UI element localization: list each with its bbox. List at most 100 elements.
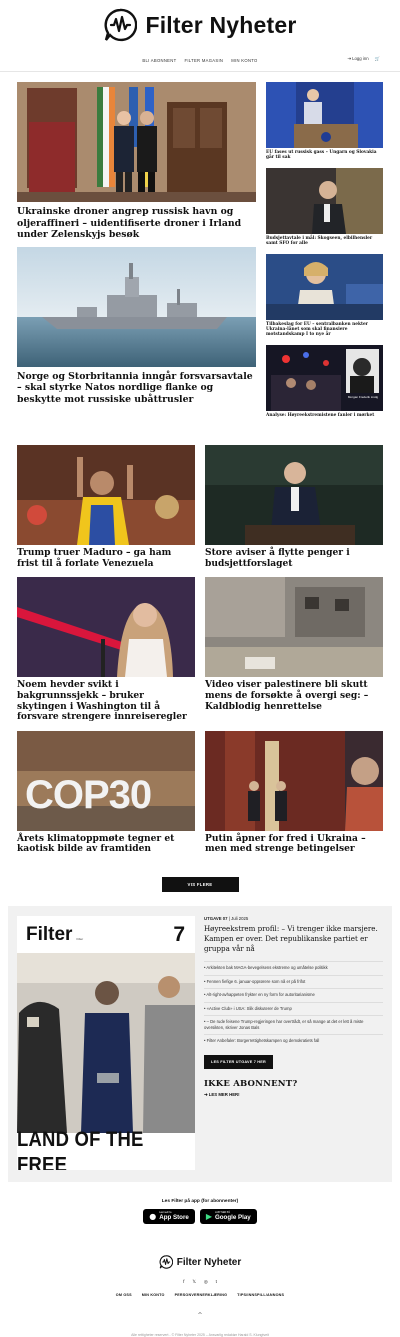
- side-article-1[interactable]: EU fases ut russisk gass – Ungarn og Slo…: [266, 82, 383, 161]
- footer-link-tips[interactable]: TIPS/INNSPILL/ANNONS: [237, 1293, 284, 1297]
- photo-parliament: [205, 445, 383, 546]
- magazine-toc: • Arkitekten bak MAGA-bevegelsens ekstre…: [204, 961, 383, 1048]
- side-article-2[interactable]: Budsjettavtale i mål: Skogseen, elbilhen…: [266, 167, 383, 247]
- masthead[interactable]: Filter Nyheter: [0, 0, 400, 50]
- grid-card-2[interactable]: Store aviser å flytte penger i budsjettf…: [205, 445, 383, 569]
- bluesky-icon[interactable]: t: [216, 1279, 217, 1285]
- grid-card-1[interactable]: Trump truer Maduro – ga ham frist til å …: [17, 445, 195, 569]
- side-column: EU fases ut russisk gass – Ungarn og Slo…: [266, 82, 383, 425]
- news-grid: Trump truer Maduro – ga ham frist til å …: [0, 425, 400, 863]
- magazine-cover[interactable]: Filter Filter 7 LAND OF THE FREE: [17, 916, 195, 1170]
- social-links: f 𝕏 ◎ t: [0, 1279, 400, 1285]
- photo-analysis: [266, 344, 383, 411]
- issue-label: UTGAVE 07 | Juli 2025: [204, 916, 249, 921]
- magazine-info: UTGAVE 07 | Juli 2025 Høyreekstrem profi…: [204, 916, 383, 1172]
- photo-caption: Morgan Frederik Lindg: [347, 394, 379, 399]
- cover-brand: Filter: [26, 923, 73, 945]
- toc-item[interactable]: • «Active Club» i USA: Slik diskuterer d…: [204, 1001, 383, 1016]
- main-nav: BLI ABONNENT FILTER MAGASIN MIN KONTO ⇥ …: [0, 54, 400, 72]
- nav-account[interactable]: MIN KONTO: [231, 58, 257, 63]
- grid-image-2[interactable]: [205, 445, 383, 546]
- footer-link-account[interactable]: MIN KONTO: [142, 1293, 165, 1297]
- toc-item[interactable]: • Fennen fiefige 6. januar-opprørere som…: [204, 974, 383, 989]
- footer-logo[interactable]: Filter Nyheter: [0, 1255, 400, 1269]
- side-image-2[interactable]: [266, 167, 383, 234]
- nav-subscribe[interactable]: BLI ABONNENT: [142, 58, 176, 63]
- magazine-panel: Filter Filter 7 LAND OF THE FREE UTGAVE …: [8, 906, 392, 1182]
- footer-logo-icon: [159, 1255, 173, 1269]
- photo-gaza: [205, 577, 383, 678]
- grid-card-6[interactable]: Putin åpner for fred i Ukraina – men med…: [205, 730, 383, 855]
- side-image-4[interactable]: Morgan Frederik Lindg: [266, 344, 383, 411]
- magazine-headline[interactable]: Høyreekstrem profil: – Vi trenger ikke m…: [204, 924, 383, 953]
- lead-article-1[interactable]: Ukrainske droner angrep russisk havn og …: [17, 82, 256, 241]
- lead-image-2[interactable]: [17, 246, 256, 367]
- grid-image-5[interactable]: COP30: [17, 730, 195, 831]
- toc-item[interactable]: • Filter Anbefaler: Borgerrettighetskamp…: [204, 1034, 383, 1048]
- side-title-1[interactable]: EU fases ut russisk gass – Ungarn og Slo…: [266, 150, 383, 161]
- cart-icon[interactable]: 🛒: [375, 56, 380, 62]
- grid-image-1[interactable]: [17, 445, 195, 546]
- lead-title-1[interactable]: Ukrainske droner angrep russisk havn og …: [17, 206, 256, 241]
- side-image-3[interactable]: [266, 253, 383, 320]
- side-title-2[interactable]: Budsjettavtale i mål: Skogseen, elbilhen…: [266, 236, 383, 247]
- facebook-icon[interactable]: f: [183, 1279, 184, 1285]
- grid-image-4[interactable]: [205, 577, 383, 678]
- photo-putin: [205, 730, 383, 831]
- site-header: Filter Nyheter BLI ABONNENT FILTER MAGAS…: [0, 0, 400, 72]
- login-link[interactable]: ⇥ Logg inn: [347, 56, 368, 62]
- toc-item[interactable]: • Arkitekten bak MAGA-bevegelsens ekstre…: [204, 961, 383, 975]
- read-issue-button[interactable]: LES FILTER UTGAVE 7 HER: [204, 1054, 273, 1069]
- footer-brand: Filter Nyheter: [176, 1256, 242, 1268]
- footer-link-privacy[interactable]: PERSONVERNERKLÆRING: [175, 1293, 228, 1297]
- grid-title-3[interactable]: Noem hevder svikt i bakgrunnssjekk – bru…: [17, 680, 195, 722]
- site-footer: Filter Nyheter f 𝕏 ◎ t OM OSS MIN KONTO …: [0, 1255, 400, 1337]
- cover-photo: [17, 953, 195, 1133]
- lead-image-1[interactable]: [17, 82, 256, 202]
- nav-right: ⇥ Logg inn 🛒: [347, 56, 380, 62]
- x-icon[interactable]: 𝕏: [192, 1279, 195, 1285]
- side-title-4[interactable]: Analyse: Høyreekstremistene fanler i mør…: [266, 413, 383, 418]
- grid-title-1[interactable]: Trump truer Maduro – ga ham frist til å …: [17, 547, 195, 569]
- subscribe-link[interactable]: ➜ LES MER HER!: [204, 1092, 383, 1098]
- grid-card-4[interactable]: Video viser palestinere bli skutt mens d…: [205, 577, 383, 722]
- grid-title-5[interactable]: Årets klimatoppmøte tegner et kaotisk bi…: [17, 833, 195, 855]
- toc-item[interactable]: • – De rude feisene Trump-regjeringen ha…: [204, 1015, 383, 1034]
- toc-item[interactable]: • Alt-right-avhappeten frykter en ny for…: [204, 988, 383, 1002]
- lead-article-2[interactable]: Norge og Storbritannia inngår forsvarsav…: [17, 246, 256, 406]
- nav-magazine[interactable]: FILTER MAGASIN: [184, 58, 223, 63]
- google-play-label: Google Play: [214, 1214, 251, 1222]
- site-title: Filter Nyheter: [145, 11, 297, 38]
- more-wrap: VIS FLERE: [0, 877, 400, 892]
- grid-title-6[interactable]: Putin åpner for fred i Ukraina – men med…: [205, 833, 383, 855]
- cover-banner-text: LAND OF THE FREE: [17, 1126, 144, 1170]
- photo-frigate: [17, 246, 256, 367]
- scroll-top-icon[interactable]: ^: [0, 1312, 400, 1319]
- google-play-button[interactable]: ▶ LAST NED PÅ Google Play: [199, 1209, 257, 1224]
- side-image-1[interactable]: [266, 82, 383, 148]
- lead-title-2[interactable]: Norge og Storbritannia inngår forsvarsav…: [17, 371, 256, 406]
- cover-number: 7: [173, 922, 185, 946]
- issue-number: UTGAVE 07: [204, 916, 228, 921]
- apps-label: Les Filter på app (for abonnenter): [161, 1199, 239, 1204]
- lead-column: Ukrainske droner angrep russisk havn og …: [17, 82, 256, 425]
- subscribe-heading: IKKE ABONNENT?: [204, 1078, 298, 1089]
- photo-budget: [266, 167, 383, 234]
- show-more-button[interactable]: VIS FLERE: [161, 877, 239, 892]
- side-article-3[interactable]: Tilbakeslag for EU – sentralbanken nekte…: [266, 253, 383, 338]
- grid-image-3[interactable]: [17, 577, 195, 678]
- side-article-4[interactable]: Morgan Frederik Lindg Analyse: Høyreekst…: [266, 344, 383, 418]
- photo-eu: [266, 82, 383, 148]
- footer-link-about[interactable]: OM OSS: [116, 1293, 132, 1297]
- instagram-icon[interactable]: ◎: [204, 1279, 208, 1285]
- copyright: Alle rettigheter reservert - © Filter Ny…: [131, 1333, 269, 1337]
- grid-card-3[interactable]: Noem hevder svikt i bakgrunnssjekk – bru…: [17, 577, 195, 722]
- grid-title-2[interactable]: Store aviser å flytte penger i budsjettf…: [205, 547, 383, 569]
- grid-title-4[interactable]: Video viser palestinere bli skutt mens d…: [205, 680, 383, 712]
- side-title-3[interactable]: Tilbakeslag for EU – sentralbanken nekte…: [266, 322, 383, 338]
- grid-card-5[interactable]: COP30 Årets klimatoppmøte tegner et kaot…: [17, 730, 195, 855]
- app-store-button[interactable]: ● Last ned fra App Store: [143, 1209, 195, 1224]
- photo-leaders: [17, 82, 256, 202]
- play-icon: ▶: [205, 1212, 212, 1221]
- grid-image-6[interactable]: [205, 730, 383, 831]
